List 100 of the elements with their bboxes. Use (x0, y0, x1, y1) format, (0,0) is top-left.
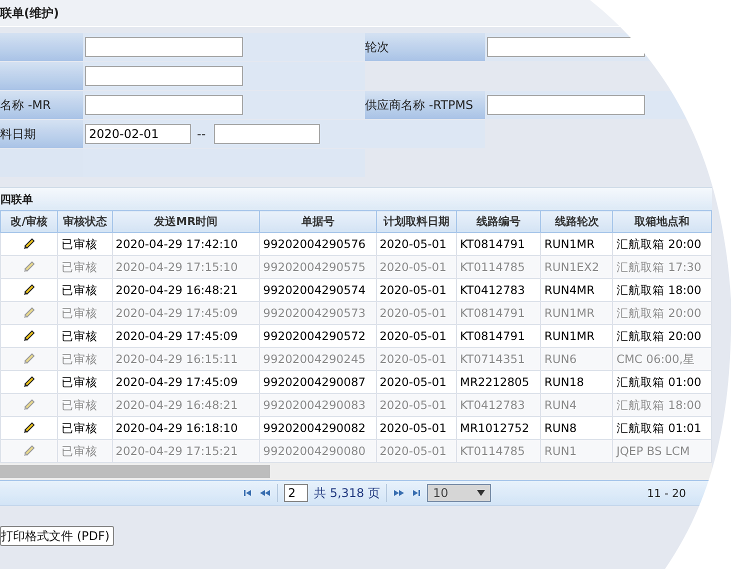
text-field[interactable] (85, 95, 243, 115)
table-cell: 汇航取箱 17:30 (612, 256, 712, 278)
table-cell: 99202004290573 (260, 302, 376, 324)
table-cell: 2020-04-29 17:45:09 (112, 302, 260, 324)
table-cell: RUN18 (540, 370, 613, 394)
print-pdf-button[interactable]: 打印格式文件 (PDF) (0, 526, 114, 546)
table-cell: MR1012752 (456, 416, 541, 440)
table-cell: 已审核 (58, 394, 112, 416)
pencil-icon[interactable] (22, 237, 36, 252)
first-page-icon[interactable] (243, 489, 253, 497)
table-cell: 2020-04-29 17:15:10 (112, 256, 260, 278)
text-field[interactable] (487, 37, 645, 57)
column-header[interactable]: 改/审核 (0, 210, 58, 232)
text-field[interactable] (85, 66, 243, 86)
table-cell: 99202004290087 (260, 370, 376, 394)
table-cell: 已审核 (58, 416, 112, 440)
table-cell: KT0814791 (456, 232, 541, 256)
table-row[interactable]: 已审核 2020-04-29 17:45:09 99202004290572 2020-05-01 KT0814791 RUN1MR 汇航取箱 20:00 (0, 324, 712, 348)
table-cell: 已审核 (58, 232, 112, 256)
table-cell: 2020-05-01 (376, 370, 457, 394)
date-from-field[interactable]: 2020-02-01 (85, 124, 191, 144)
pencil-icon[interactable] (22, 329, 36, 344)
page-size-dropdown[interactable]: 10 (426, 484, 491, 502)
table-cell: RUN1MR (540, 302, 613, 324)
pencil-icon[interactable] (22, 421, 36, 436)
table-cell: 99202004290575 (260, 256, 376, 278)
table-cell: 99202004290083 (260, 394, 376, 416)
table-cell: 2020-05-01 (376, 256, 457, 278)
table-row[interactable]: 已审核 2020-04-29 17:42:10 99202004290576 2020-05-01 KT0814791 RUN1MR 汇航取箱 20:00 (0, 232, 712, 256)
table-cell: 2020-05-01 (376, 302, 457, 324)
last-page-icon[interactable] (410, 489, 421, 497)
table-row[interactable]: 已审核 2020-04-29 16:18:10 99202004290082 2020-05-01 MR1012752 RUN8 汇航取箱 01:01 (0, 416, 712, 440)
pencil-icon[interactable] (22, 375, 36, 390)
table-cell: RUN4MR (540, 278, 613, 302)
column-header[interactable]: 审核状态 (58, 210, 112, 232)
table-cell: 2020-04-29 17:42:10 (112, 232, 260, 256)
table-cell: 99202004290080 (260, 440, 376, 462)
text-field[interactable] (487, 95, 645, 115)
table-cell: 2020-05-01 (376, 324, 457, 348)
table-cell: 汇航取箱 20:00 (612, 302, 712, 324)
table-cell: 2020-05-01 (376, 416, 457, 440)
record-range: 11 - 20 (646, 486, 686, 500)
table-cell: 已审核 (58, 256, 112, 278)
table-row[interactable]: 已审核 2020-04-29 16:48:21 99202004290574 2020-05-01 KT0412783 RUN4MR 汇航取箱 18:00 (0, 278, 712, 302)
table-cell: 已审核 (58, 348, 112, 370)
table-cell: 汇航取箱 20:00 (612, 324, 712, 348)
table-cell: 2020-05-01 (376, 394, 457, 416)
table-cell: RUN1MR (540, 324, 613, 348)
table-cell: RUN8 (540, 416, 613, 440)
grid-title: 四联单 (0, 192, 33, 206)
previous-page-icon[interactable] (259, 489, 271, 497)
table-cell: 2020-05-01 (376, 232, 457, 256)
column-header[interactable]: 发送MR时间 (112, 210, 260, 232)
next-page-icon[interactable] (392, 489, 405, 497)
table-cell: RUN1 (540, 440, 613, 462)
table-cell: 2020-05-01 (376, 348, 457, 370)
table-cell: 2020-04-29 17:45:09 (112, 324, 260, 348)
scrollbar-track[interactable] (0, 463, 712, 480)
form-label: 供应商名称 -RTPMS (365, 91, 485, 119)
table-cell: 2020-04-29 17:45:09 (112, 370, 260, 394)
table-cell: RUN1MR (540, 232, 613, 256)
table-cell: KT0114785 (456, 256, 541, 278)
table-cell: 99202004290245 (260, 348, 376, 370)
date-to-field[interactable] (214, 124, 320, 144)
table-cell: KT0114785 (456, 440, 541, 462)
page-number-field[interactable]: 2 (284, 484, 308, 502)
table-cell: 汇航取箱 18:00 (612, 278, 712, 302)
column-header[interactable]: 线路轮次 (540, 210, 613, 232)
table-cell: RUN1EX2 (540, 256, 613, 278)
table-cell: KT0714351 (456, 348, 541, 370)
page-count: 共 5,318 页 (314, 484, 380, 502)
column-header[interactable]: 取箱地点和 (612, 210, 712, 232)
table-cell: 已审核 (58, 370, 112, 394)
table-cell: JQEP BS LCM (612, 440, 712, 462)
column-header[interactable]: 线路编号 (456, 210, 541, 232)
pencil-icon[interactable] (22, 283, 36, 298)
table-cell: 2020-04-29 16:48:21 (112, 394, 260, 416)
table-cell: 已审核 (58, 278, 112, 302)
text-field[interactable] (85, 37, 243, 57)
column-header[interactable]: 计划取料日期 (376, 210, 457, 232)
table-row[interactable]: 已审核 2020-04-29 17:45:09 99202004290087 2020-05-01 MR2212805 RUN18 汇航取箱 01:00 (0, 370, 712, 394)
table-cell: 99202004290574 (260, 278, 376, 302)
scrollbar-thumb[interactable] (0, 465, 270, 478)
table-cell: 已审核 (58, 302, 112, 324)
column-header[interactable]: 单据号 (260, 210, 376, 232)
range-separator: -- (197, 127, 206, 141)
table-cell: KT0814791 (456, 302, 541, 324)
table-cell: KT0412783 (456, 394, 541, 416)
table-cell: 汇航取箱 18:00 (612, 394, 712, 416)
table-cell: 已审核 (58, 324, 112, 348)
table-cell: KT0814791 (456, 324, 541, 348)
table-cell: 汇航取箱 20:00 (612, 232, 712, 256)
form-label: 轮次 (365, 33, 485, 61)
form-label: 料日期 (0, 120, 83, 148)
table-cell: RUN6 (540, 348, 613, 370)
dropdown-arrow-icon (476, 490, 485, 496)
table-cell: RUN4 (540, 394, 613, 416)
form-label: 名称 -MR (0, 91, 83, 119)
table-cell: 99202004290572 (260, 324, 376, 348)
table-cell: 99202004290576 (260, 232, 376, 256)
